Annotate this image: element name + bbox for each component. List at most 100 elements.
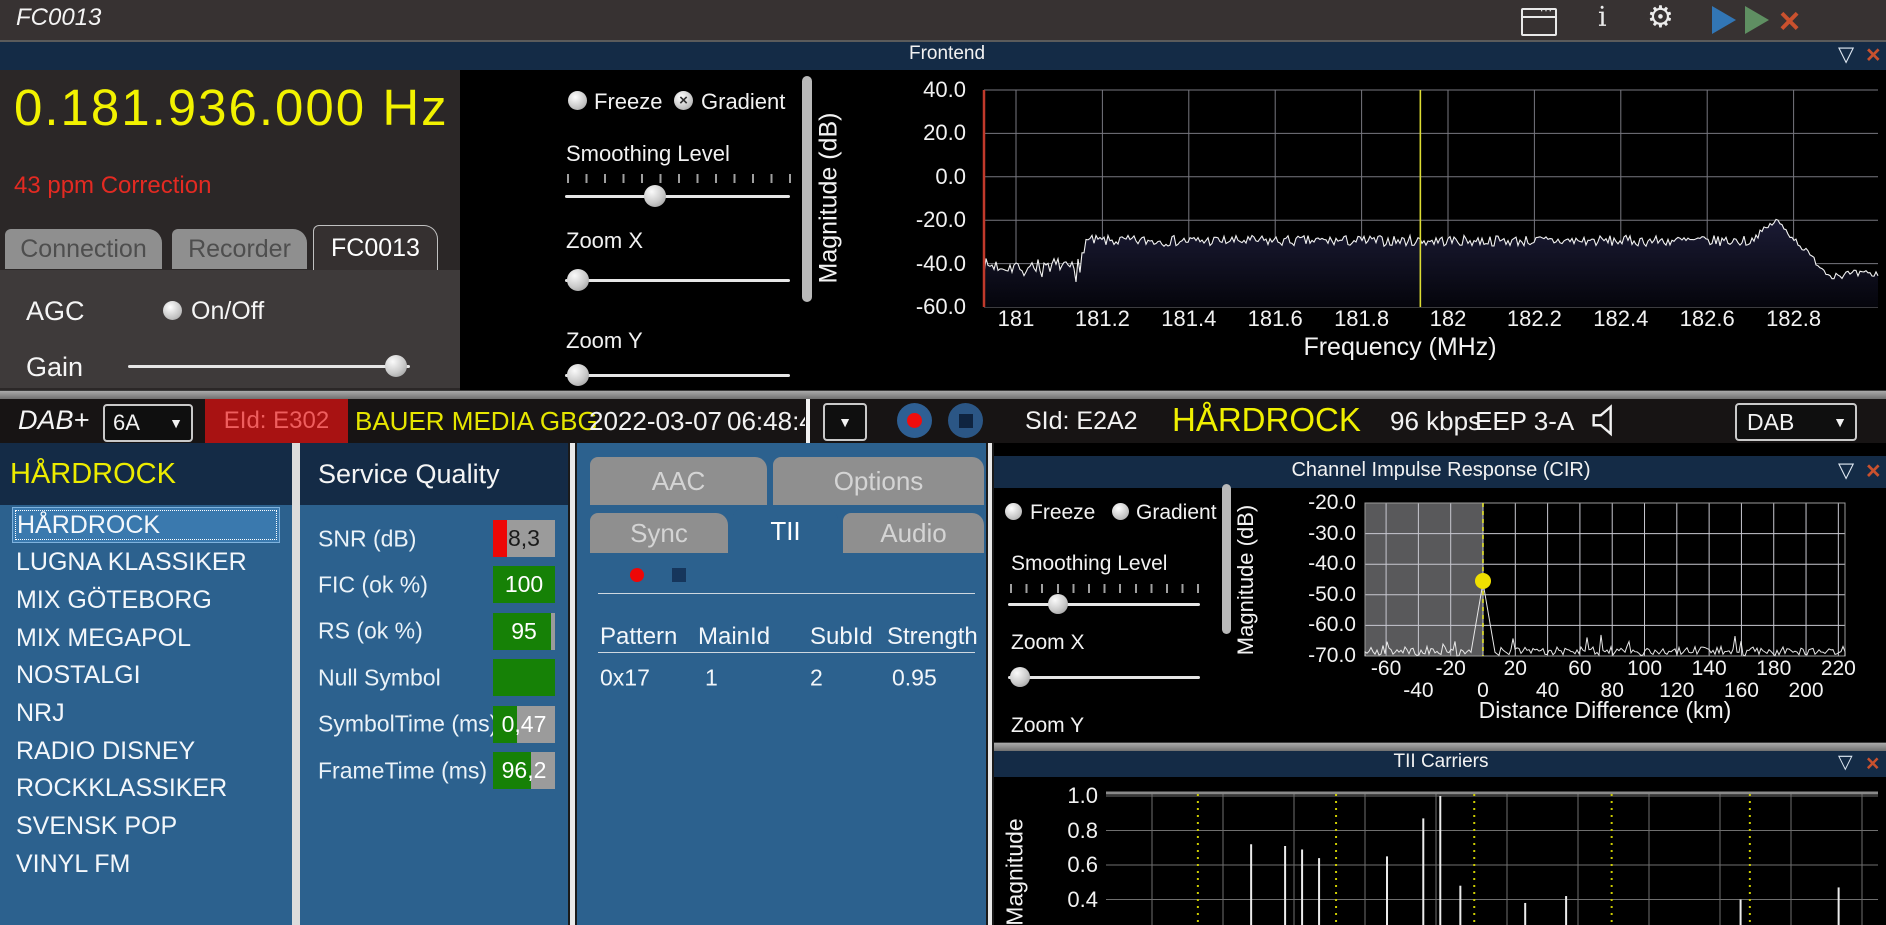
axis-tick: -60 (1371, 657, 1401, 681)
list-item[interactable]: LUGNA KLASSIKER (12, 545, 280, 581)
collapse-triangle-icon[interactable]: ▽ (1838, 459, 1854, 483)
frontend-close-icon[interactable]: × (1866, 43, 1881, 67)
cir-smoothing-label: Smoothing Level (1011, 552, 1167, 576)
collapse-triangle-icon[interactable]: ▽ (1838, 751, 1853, 775)
close-icon[interactable]: × (1779, 3, 1800, 39)
tab-aac[interactable]: AAC (590, 457, 767, 505)
service-list-scrollbar[interactable] (292, 443, 300, 925)
axis-tick: 100 (1627, 657, 1662, 681)
tab-fc0013[interactable]: FC0013 (313, 225, 438, 271)
gain-label: Gain (26, 352, 83, 383)
freeze-radio[interactable] (568, 91, 587, 110)
axis-tick: 182.6 (1680, 306, 1735, 332)
axis-tick: -60.0 (1308, 613, 1356, 637)
smoothing-slider[interactable] (565, 195, 790, 198)
tab-recorder[interactable]: Recorder (172, 229, 307, 269)
list-item[interactable]: SVENSK POP (12, 809, 280, 845)
axis-tick: 181.8 (1334, 306, 1389, 332)
frequency-display: 0.181.936.000 Hz (14, 78, 449, 137)
axis-tick: -60.0 (916, 294, 966, 320)
settings-gear-icon[interactable]: ⚙ (1647, 0, 1674, 35)
bitrate-label: 96 kbps (1390, 406, 1481, 437)
agc-radio[interactable] (163, 301, 182, 320)
zoom-y-label: Zoom Y (566, 328, 643, 354)
sync-status-dot (630, 568, 644, 582)
cir-smoothing-slider[interactable] (1008, 603, 1200, 606)
quality-bar: 0,47 (493, 706, 555, 743)
cir-zoom-y-label: Zoom Y (1011, 714, 1084, 738)
service-quality-header: Service Quality (300, 443, 568, 505)
cir-controls-scrollbar[interactable] (1222, 484, 1231, 634)
tab-audio[interactable]: Audio (843, 513, 984, 553)
gain-slider-thumb[interactable] (385, 355, 407, 377)
station-list-dropdown-button[interactable]: ▼ (823, 403, 867, 441)
axis-tick: -50.0 (1308, 583, 1356, 607)
list-item[interactable]: RADIO DISNEY (12, 733, 280, 769)
axis-tick: -20.0 (916, 207, 966, 233)
axis-tick: 181.2 (1075, 306, 1130, 332)
cir-title: Channel Impulse Response (CIR) (1291, 459, 1590, 482)
stop-icon (959, 414, 973, 428)
list-item[interactable]: NRJ (12, 696, 280, 732)
window-icon[interactable]: ∙∙∙ (1521, 8, 1557, 36)
axis-tick: 0.8 (1067, 818, 1098, 844)
gain-slider[interactable] (128, 365, 410, 368)
list-item[interactable]: MIX GÖTEBORG (12, 582, 280, 618)
tab-tii[interactable]: TII (733, 509, 838, 553)
ensemble-name: BAUER MEDIA GBG (355, 406, 598, 437)
service-list: HÅRDROCKLUGNA KLASSIKERMIX GÖTEBORGMIX M… (0, 505, 292, 925)
axis-tick: -20 (1436, 657, 1466, 681)
cir-freeze-label: Freeze (1030, 501, 1095, 525)
axis-tick: 220 (1821, 657, 1856, 681)
tii-title: TII Carriers (1394, 751, 1489, 773)
tab-sync[interactable]: Sync (590, 513, 728, 553)
cir-smoothing-slider-thumb[interactable] (1048, 594, 1068, 614)
chevron-down-icon: ▼ (838, 414, 852, 430)
stop-button[interactable] (948, 403, 983, 438)
speaker-icon[interactable] (1588, 404, 1622, 438)
zoom-y-slider[interactable] (565, 374, 790, 377)
list-item[interactable]: ROCKKLASSIKER (12, 771, 280, 807)
cir-zoom-x-slider[interactable] (1008, 676, 1200, 679)
channel-dropdown[interactable]: 6A ▼ (103, 404, 193, 442)
play-blue-icon[interactable] (1712, 6, 1736, 34)
protection-label: EEP 3-A (1475, 406, 1574, 437)
play-green-icon[interactable] (1745, 6, 1769, 34)
list-item[interactable]: MIX MEGAPOL (12, 620, 280, 656)
tii-close-icon[interactable]: × (1866, 751, 1879, 775)
band-dropdown[interactable]: DAB ▼ (1735, 403, 1857, 441)
quality-bar: 100 (493, 566, 555, 603)
zoom-x-slider-thumb[interactable] (567, 269, 589, 291)
info-icon[interactable]: i (1598, 2, 1607, 33)
list-item[interactable]: NOSTALGI (12, 658, 280, 694)
zoom-y-slider-thumb[interactable] (567, 364, 589, 386)
axis-tick: -40.0 (1308, 552, 1356, 576)
list-item[interactable]: HÅRDROCK (12, 507, 280, 543)
list-item[interactable]: VINYL FM (12, 846, 280, 882)
axis-tick: 40.0 (923, 77, 966, 103)
quality-row-label: RS (ok %) (318, 618, 423, 645)
collapse-triangle-icon[interactable]: ▽ (1838, 43, 1854, 67)
axis-tick: 181.6 (1248, 306, 1303, 332)
axis-tick: 1.0 (1067, 783, 1098, 809)
cir-freeze-radio[interactable] (1005, 503, 1022, 520)
tab-options[interactable]: Options (773, 457, 984, 505)
spectrum-controls-scrollbar[interactable] (802, 76, 812, 302)
decoder-divider (598, 593, 975, 594)
quality-bar-value: 95 (493, 613, 555, 650)
vertical-splitter-1[interactable] (568, 443, 577, 925)
cir-y-axis-label: Magnitude (dB) (1233, 505, 1259, 655)
tii-table-cell: 2 (810, 665, 823, 692)
smoothing-slider-thumb[interactable] (644, 185, 666, 207)
cir-close-icon[interactable]: × (1866, 459, 1881, 483)
quality-row-label: SNR (dB) (318, 525, 416, 552)
gradient-radio[interactable]: × (674, 91, 693, 110)
tab-connection[interactable]: Connection (5, 229, 162, 269)
axis-tick: 182 (1430, 306, 1467, 332)
vertical-splitter-2[interactable] (986, 443, 994, 925)
zoom-x-slider[interactable] (565, 279, 790, 282)
quality-bar-fill (493, 659, 555, 696)
cir-gradient-radio[interactable] (1112, 503, 1129, 520)
cir-zoom-x-slider-thumb[interactable] (1010, 667, 1030, 687)
record-button[interactable] (897, 403, 932, 438)
